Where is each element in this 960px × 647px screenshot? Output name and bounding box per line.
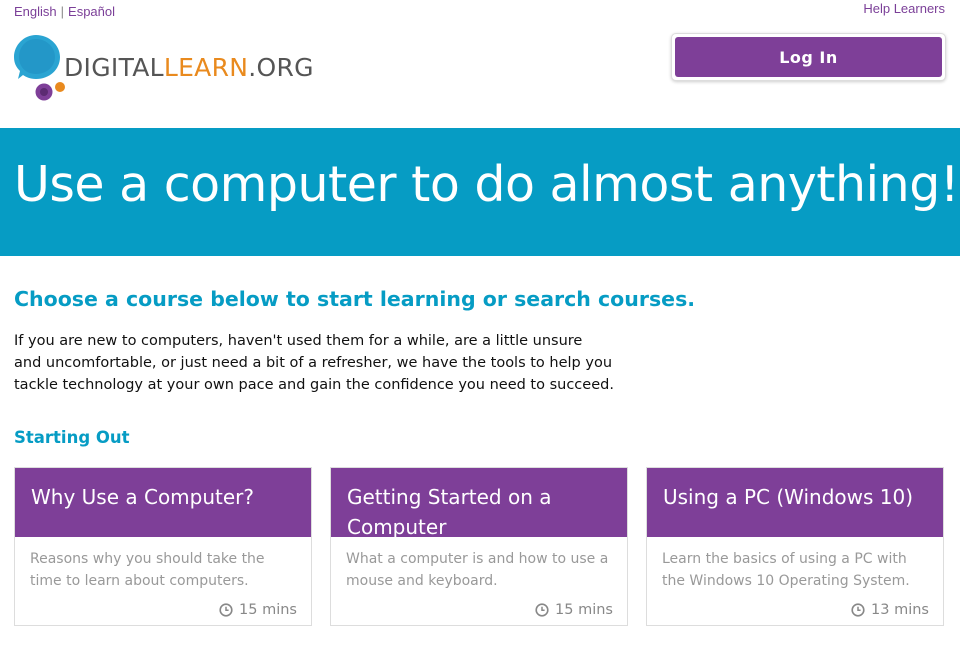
- course-description: Learn the basics of using a PC with the …: [662, 551, 910, 589]
- help-learners-link[interactable]: Help Learners: [863, 1, 945, 16]
- course-title[interactable]: Why Use a Computer?: [15, 468, 311, 537]
- course-duration: 13 mins: [851, 602, 929, 618]
- section-title-starting-out: Starting Out: [14, 428, 130, 447]
- intro-paragraph: If you are new to computers, haven't use…: [14, 333, 614, 393]
- digitallearn-logo[interactable]: DIGITALLEARN.ORG: [14, 33, 314, 105]
- duration-text: 15 mins: [239, 602, 297, 618]
- language-separator: |: [60, 4, 65, 19]
- logo-digital: DIGITAL: [64, 53, 164, 82]
- hero-banner: Use a computer to do almost anything!: [0, 128, 960, 256]
- course-title[interactable]: Using a PC (Windows 10): [647, 468, 943, 537]
- espanol-link[interactable]: Español: [68, 4, 115, 19]
- course-description: What a computer is and how to use a mous…: [346, 551, 609, 589]
- clock-icon: [219, 603, 233, 617]
- course-card[interactable]: Getting Started on a Computer What a com…: [330, 467, 628, 626]
- course-title[interactable]: Getting Started on a Computer: [331, 468, 627, 539]
- course-card[interactable]: Why Use a Computer? Reasons why you shou…: [14, 467, 312, 626]
- course-duration: 15 mins: [219, 602, 297, 618]
- clock-icon: [535, 603, 549, 617]
- english-link[interactable]: English: [14, 4, 57, 19]
- course-card[interactable]: Using a PC (Windows 10) Learn the basics…: [646, 467, 944, 626]
- choose-course-heading: Choose a course below to start learning …: [14, 287, 696, 311]
- course-description: Reasons why you should take the time to …: [30, 551, 265, 589]
- login-button[interactable]: Log In: [675, 37, 942, 77]
- hero-title: Use a computer to do almost anything!: [14, 156, 959, 213]
- clock-icon: [851, 603, 865, 617]
- duration-text: 15 mins: [555, 602, 613, 618]
- logo-org: .ORG: [248, 53, 314, 82]
- logo-learn: LEARN: [163, 53, 249, 82]
- duration-text: 13 mins: [871, 602, 929, 618]
- logo-wordmark: DIGITALLEARN.ORG: [64, 53, 314, 82]
- language-switcher: English | Español: [14, 4, 115, 19]
- course-duration: 15 mins: [535, 602, 613, 618]
- login-button-frame: Log In: [671, 33, 946, 81]
